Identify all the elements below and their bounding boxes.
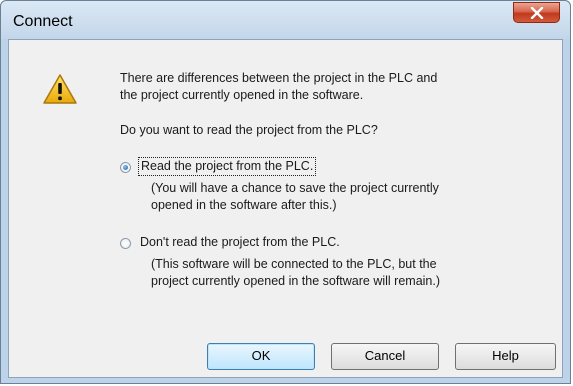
option-description: (You will have a chance to save the proj…: [151, 180, 531, 214]
title-bar[interactable]: Connect: [1, 1, 570, 39]
option-description-line: project currently opened in the software…: [151, 274, 441, 288]
close-button[interactable]: [513, 2, 560, 23]
option-label[interactable]: Read the project from the PLC.: [138, 157, 317, 176]
cancel-button[interactable]: Cancel: [331, 343, 439, 370]
option-description-line: (You will have a chance to save the proj…: [151, 181, 439, 195]
message-text: There are differences between the projec…: [120, 70, 530, 104]
dialog-body: There are differences between the projec…: [8, 39, 563, 378]
option-description: (This software will be connected to the …: [151, 256, 531, 290]
option-description-line: opened in the software after this.): [151, 198, 337, 212]
help-button[interactable]: Help: [455, 343, 556, 370]
dialog-title: Connect: [13, 13, 73, 30]
question-text: Do you want to read the project from the…: [120, 123, 378, 137]
option-label[interactable]: Don't read the project from the PLC.: [138, 234, 342, 251]
radio-dont-read-project[interactable]: [120, 238, 131, 249]
ok-button[interactable]: OK: [207, 343, 315, 370]
warning-icon: [43, 74, 77, 104]
message-line: the project currently opened in the soft…: [120, 88, 364, 102]
option-description-line: (This software will be connected to the …: [151, 257, 437, 271]
connect-dialog: Connect There are differences between th…: [0, 0, 571, 384]
message-line: There are differences between the projec…: [120, 71, 438, 85]
radio-read-project[interactable]: [120, 162, 131, 173]
close-icon: [530, 7, 544, 19]
